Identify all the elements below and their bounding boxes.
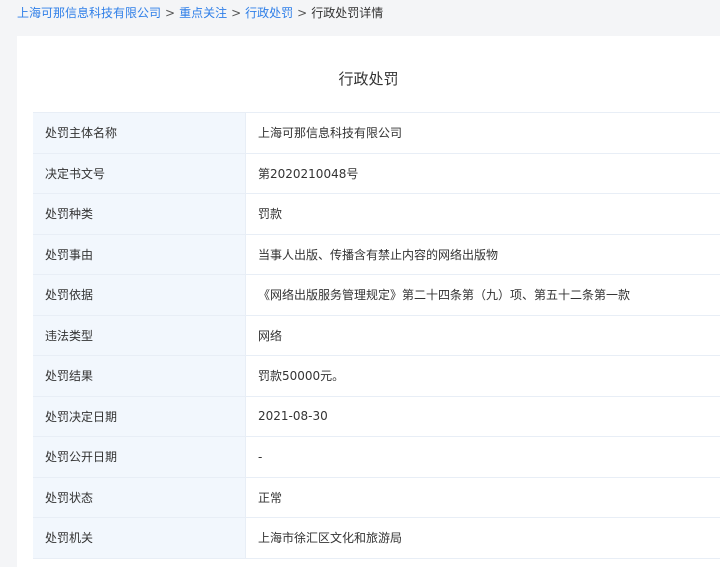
breadcrumb-link-company[interactable]: 上海可那信息科技有限公司 xyxy=(17,6,161,20)
breadcrumb-separator: > xyxy=(231,6,242,20)
page-title: 行政处罚 xyxy=(338,70,399,88)
table-row: 处罚决定日期 2021-08-30 xyxy=(33,395,720,437)
table-row: 处罚种类 罚款 xyxy=(33,193,720,235)
row-value: 上海可那信息科技有限公司 xyxy=(245,112,720,154)
breadcrumb-link-focus[interactable]: 重点关注 xyxy=(179,6,227,20)
breadcrumb-separator: > xyxy=(297,6,308,20)
row-label: 处罚事由 xyxy=(33,233,246,275)
penalty-detail-table: 处罚主体名称 上海可那信息科技有限公司 决定书文号 第2020210048号 处… xyxy=(33,112,720,559)
table-row: 处罚状态 正常 xyxy=(33,476,720,518)
row-value: - xyxy=(245,436,720,478)
breadcrumb-separator: > xyxy=(165,6,176,20)
breadcrumb-link-penalty[interactable]: 行政处罚 xyxy=(245,6,293,20)
row-label: 处罚决定日期 xyxy=(33,395,246,437)
table-row: 处罚事由 当事人出版、传播含有禁止内容的网络出版物 xyxy=(33,233,720,275)
table-row: 违法类型 网络 xyxy=(33,314,720,356)
row-label: 处罚种类 xyxy=(33,193,246,235)
row-value: 2021-08-30 xyxy=(245,395,720,437)
row-value: 第2020210048号 xyxy=(245,152,720,194)
detail-card: 行政处罚 处罚主体名称 上海可那信息科技有限公司 决定书文号 第20202100… xyxy=(17,36,720,567)
row-value: 正常 xyxy=(245,476,720,518)
row-label: 决定书文号 xyxy=(33,152,246,194)
row-label: 处罚主体名称 xyxy=(33,112,246,154)
row-label: 处罚机关 xyxy=(33,517,246,559)
table-row: 处罚依据 《网络出版服务管理规定》第二十四条第（九）项、第五十二条第一款 xyxy=(33,274,720,316)
row-label: 违法类型 xyxy=(33,314,246,356)
row-label: 处罚依据 xyxy=(33,274,246,316)
table-row: 处罚主体名称 上海可那信息科技有限公司 xyxy=(33,112,720,154)
table-row: 处罚公开日期 - xyxy=(33,436,720,478)
row-label: 处罚结果 xyxy=(33,355,246,397)
row-value: 罚款50000元。 xyxy=(245,355,720,397)
table-row: 决定书文号 第2020210048号 xyxy=(33,152,720,194)
table-row: 处罚结果 罚款50000元。 xyxy=(33,355,720,397)
table-row: 处罚机关 上海市徐汇区文化和旅游局 xyxy=(33,517,720,559)
breadcrumb: 上海可那信息科技有限公司 > 重点关注 > 行政处罚 > 行政处罚详情 xyxy=(17,4,383,22)
row-value: 网络 xyxy=(245,314,720,356)
row-value: 当事人出版、传播含有禁止内容的网络出版物 xyxy=(245,233,720,275)
row-value: 《网络出版服务管理规定》第二十四条第（九）项、第五十二条第一款 xyxy=(245,274,720,316)
breadcrumb-current: 行政处罚详情 xyxy=(311,6,384,20)
row-value: 上海市徐汇区文化和旅游局 xyxy=(245,517,720,559)
row-label: 处罚公开日期 xyxy=(33,436,246,478)
row-label: 处罚状态 xyxy=(33,476,246,518)
row-value: 罚款 xyxy=(245,193,720,235)
